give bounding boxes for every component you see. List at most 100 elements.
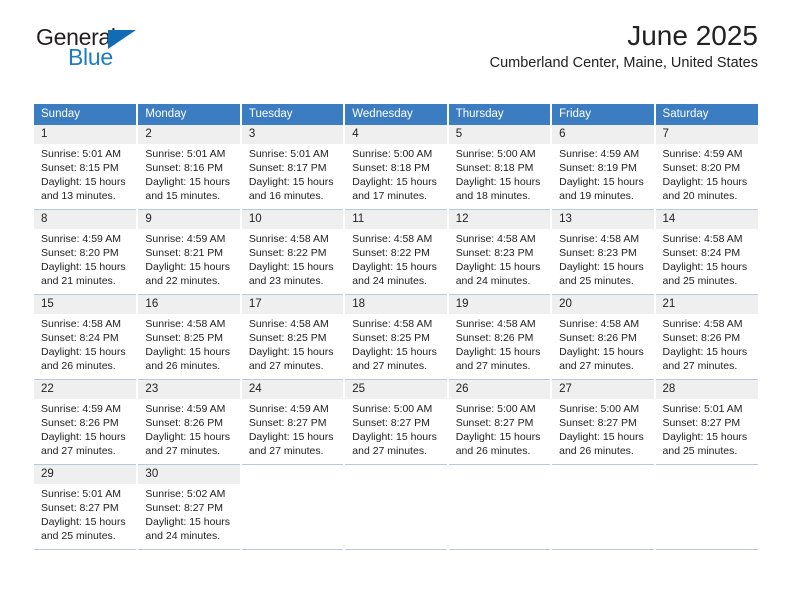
page-header: General Blue June 2025 Cumberland Center… [34,0,758,72]
calendar-day-cell[interactable]: 15 Sunrise: 4:58 AM Sunset: 8:24 PM Dayligh… [34,294,139,380]
calendar-week-row: 8 Sunrise: 4:59 AM Sunset: 8:20 PM Daylight… [34,209,758,295]
calendar-day-cell[interactable]: 20 Sunrise: 4:58 AM Sunset: 8:26 PM Dayligh… [551,294,656,380]
day-number: 13 [552,210,654,229]
day-number: 14 [655,210,758,229]
day-sun-details: Sunrise: 5:01 AM Sunset: 8:15 PM Daylight:… [34,144,136,203]
sunset-text: Sunset: 8:27 PM [41,502,119,514]
daylight-text-line2: and 25 minutes. [559,275,634,287]
calendar-day-cell[interactable]: 1 Sunrise: 5:01 AM Sunset: 8:15 PM Daylight… [34,125,139,210]
calendar-day-cell[interactable]: 11 Sunrise: 4:58 AM Sunset: 8:22 PM Dayligh… [344,209,449,295]
location-subtitle: Cumberland Center, Maine, United States [489,55,758,71]
sunrise-text: Sunrise: 5:02 AM [145,488,226,500]
calendar-day-cell[interactable]: 13 Sunrise: 4:58 AM Sunset: 8:23 PM Dayligh… [551,209,656,295]
calendar-day-cell[interactable]: 22 Sunrise: 4:59 AM Sunset: 8:26 PM Dayligh… [34,379,139,465]
day-number: 21 [655,295,758,314]
sunrise-text: Sunrise: 5:00 AM [455,148,536,160]
calendar-week-row: 29 Sunrise: 5:01 AM Sunset: 8:27 PM Dayligh… [34,464,758,550]
sunrise-text: Sunrise: 4:58 AM [145,318,226,330]
page-title: June 2025 [627,20,758,51]
sunset-text: Sunset: 8:25 PM [352,332,430,344]
day-number: 4 [345,125,447,144]
calendar-day-cell[interactable]: 30 Sunrise: 5:02 AM Sunset: 8:27 PM Dayligh… [137,464,242,550]
calendar-day-cell[interactable]: 4 Sunrise: 5:00 AM Sunset: 8:18 PM Daylight… [344,125,449,210]
sunset-text: Sunset: 8:26 PM [145,417,224,429]
sunrise-text: Sunrise: 4:58 AM [248,233,329,245]
day-sun-details: Sunrise: 4:58 AM Sunset: 8:25 PM Daylight:… [345,314,446,373]
calendar-day-cell[interactable]: 10 Sunrise: 4:58 AM Sunset: 8:22 PM Dayligh… [240,209,346,295]
calendar-day-cell[interactable]: 19 Sunrise: 4:58 AM Sunset: 8:26 PM Dayligh… [447,294,553,380]
daylight-text-line2: and 24 minutes. [145,530,221,542]
daylight-text-line1: Daylight: 15 hours [559,176,644,188]
daylight-text-line2: and 27 minutes. [559,360,634,372]
daylight-text-line2: and 26 minutes. [41,360,116,372]
day-sun-details: Sunrise: 5:01 AM Sunset: 8:27 PM Daylight:… [34,484,136,543]
calendar-day-cell[interactable]: 14 Sunrise: 4:58 AM Sunset: 8:24 PM Dayligh… [654,209,758,295]
calendar-day-cell[interactable]: 21 Sunrise: 4:58 AM Sunset: 8:26 PM Dayligh… [654,294,758,380]
sunset-text: Sunset: 8:25 PM [145,332,224,344]
calendar-day-cell[interactable]: 8 Sunrise: 4:59 AM Sunset: 8:20 PM Daylight… [34,209,139,295]
generalblue-logo[interactable]: General Blue [36,26,156,74]
calendar-body: 1 Sunrise: 5:01 AM Sunset: 8:15 PM Daylight… [34,125,758,550]
day-number: 30 [138,465,240,484]
daylight-text-line1: Daylight: 15 hours [145,431,231,443]
daylight-text-line2: and 27 minutes. [352,360,427,372]
day-sun-details: Sunrise: 5:02 AM Sunset: 8:27 PM Daylight:… [138,484,239,543]
day-sun-details: Sunrise: 5:01 AM Sunset: 8:17 PM Daylight:… [242,144,343,203]
daylight-text-line1: Daylight: 15 hours [41,176,126,188]
daylight-text-line1: Daylight: 15 hours [41,346,126,358]
day-sun-details: Sunrise: 4:58 AM Sunset: 8:25 PM Daylight:… [138,314,239,373]
calendar-day-cell[interactable]: 12 Sunrise: 4:58 AM Sunset: 8:23 PM Dayligh… [447,209,553,295]
day-number: 20 [552,295,654,314]
calendar-day-cell[interactable]: 6 Sunrise: 4:59 AM Sunset: 8:19 PM Daylight… [551,125,656,210]
calendar-day-cell[interactable]: 27 Sunrise: 5:00 AM Sunset: 8:27 PM Dayligh… [551,379,656,465]
day-number: 25 [345,380,447,399]
daylight-text-line1: Daylight: 15 hours [352,431,437,443]
daylight-text-line1: Daylight: 15 hours [662,176,748,188]
calendar-day-cell[interactable]: 9 Sunrise: 4:59 AM Sunset: 8:21 PM Daylight… [137,209,242,295]
sunrise-text: Sunrise: 4:58 AM [41,318,121,330]
day-sun-details: Sunrise: 4:58 AM Sunset: 8:26 PM Daylight:… [656,314,758,373]
calendar-day-cell[interactable]: 28 Sunrise: 5:01 AM Sunset: 8:27 PM Dayligh… [654,379,758,465]
calendar-day-cell[interactable]: 25 Sunrise: 5:00 AM Sunset: 8:27 PM Dayligh… [344,379,449,465]
day-sun-details: Sunrise: 5:00 AM Sunset: 8:27 PM Daylight:… [552,399,653,458]
daylight-text-line2: and 19 minutes. [559,190,634,202]
sunrise-text: Sunrise: 4:58 AM [352,233,433,245]
sunset-text: Sunset: 8:18 PM [455,162,534,174]
calendar-day-cell[interactable]: 2 Sunrise: 5:01 AM Sunset: 8:16 PM Daylight… [137,125,242,210]
sunrise-text: Sunrise: 4:58 AM [455,318,536,330]
calendar-day-cell[interactable]: 29 Sunrise: 5:01 AM Sunset: 8:27 PM Dayligh… [34,464,139,550]
calendar-day-cell[interactable]: 26 Sunrise: 5:00 AM Sunset: 8:27 PM Dayligh… [447,379,553,465]
daylight-text-line2: and 25 minutes. [662,445,738,457]
day-number: 26 [448,380,551,399]
day-sun-details: Sunrise: 4:59 AM Sunset: 8:20 PM Daylight:… [656,144,758,203]
sunrise-text: Sunrise: 5:01 AM [145,148,226,160]
calendar-day-cell[interactable]: 17 Sunrise: 4:58 AM Sunset: 8:25 PM Dayligh… [240,294,346,380]
daylight-text-line1: Daylight: 15 hours [145,261,231,273]
day-number [242,465,343,484]
weekday-header-sunday: Sunday [34,104,139,125]
weekday-header-saturday: Saturday [654,104,758,125]
calendar-day-cell-empty [551,464,656,550]
sunset-text: Sunset: 8:21 PM [145,247,224,259]
calendar-day-cell[interactable]: 5 Sunrise: 5:00 AM Sunset: 8:18 PM Daylight… [447,125,553,210]
daylight-text-line2: and 18 minutes. [455,190,531,202]
calendar-day-cell[interactable]: 3 Sunrise: 5:01 AM Sunset: 8:17 PM Daylight… [240,125,346,210]
daylight-text-line1: Daylight: 15 hours [455,261,541,273]
weekday-header-monday: Monday [137,104,242,125]
day-sun-details: Sunrise: 5:00 AM Sunset: 8:18 PM Daylight:… [345,144,446,203]
day-sun-details: Sunrise: 4:59 AM Sunset: 8:21 PM Daylight:… [138,229,239,288]
daylight-text-line2: and 23 minutes. [248,275,324,287]
calendar-page: General Blue June 2025 Cumberland Center… [0,0,792,612]
calendar-day-cell[interactable]: 16 Sunrise: 4:58 AM Sunset: 8:25 PM Dayligh… [137,294,242,380]
sunset-text: Sunset: 8:27 PM [455,417,534,429]
calendar-day-cell[interactable]: 18 Sunrise: 4:58 AM Sunset: 8:25 PM Dayligh… [344,294,449,380]
sunset-text: Sunset: 8:20 PM [662,162,741,174]
daylight-text-line1: Daylight: 15 hours [352,261,437,273]
daylight-text-line1: Daylight: 15 hours [248,431,334,443]
calendar-day-cell[interactable]: 7 Sunrise: 4:59 AM Sunset: 8:20 PM Daylight… [654,125,758,210]
day-sun-details: Sunrise: 4:59 AM Sunset: 8:20 PM Daylight:… [34,229,136,288]
day-number: 28 [655,380,758,399]
calendar-day-cell[interactable]: 24 Sunrise: 4:59 AM Sunset: 8:27 PM Dayligh… [240,379,346,465]
sunset-text: Sunset: 8:24 PM [41,332,119,344]
calendar-day-cell[interactable]: 23 Sunrise: 4:59 AM Sunset: 8:26 PM Dayligh… [137,379,242,465]
